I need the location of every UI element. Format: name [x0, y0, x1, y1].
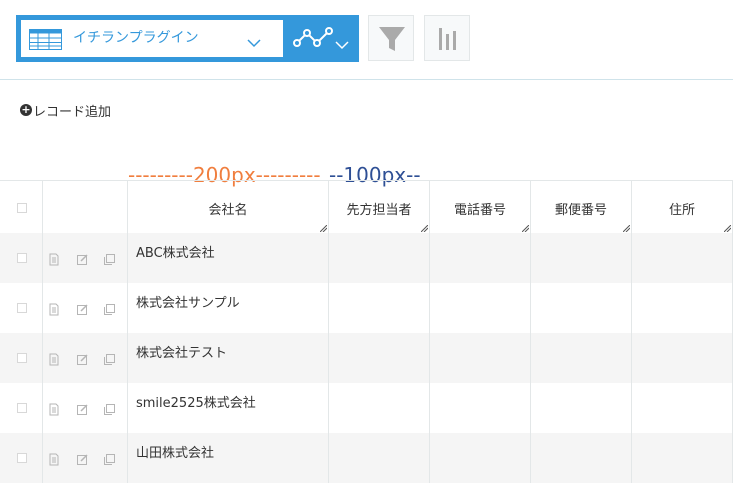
- data-cell: [329, 433, 430, 483]
- column-label: 郵便番号: [554, 203, 607, 218]
- data-cell: [430, 283, 531, 333]
- edit-icon[interactable]: [76, 351, 89, 370]
- data-cell: [632, 333, 733, 383]
- company-name-value: smile2525株式会社: [136, 396, 256, 411]
- company-name-value: 山田株式会社: [136, 446, 215, 461]
- filter-icon: [379, 27, 405, 51]
- column-header-company[interactable]: 会社名: [128, 180, 329, 233]
- data-cell: [632, 433, 733, 483]
- resize-handle-icon[interactable]: [623, 225, 630, 232]
- copy-icon[interactable]: [103, 251, 116, 270]
- column-label: 会社名: [208, 203, 248, 218]
- row-checkbox[interactable]: [17, 303, 27, 313]
- data-cell: [329, 333, 430, 383]
- view-name: イチランプラグイン: [73, 30, 199, 46]
- table-row[interactable]: 株式会社サンプル: [0, 283, 733, 333]
- data-cell: [430, 333, 531, 383]
- column-header-contact[interactable]: 先方担当者: [329, 180, 430, 233]
- table-row[interactable]: 株式会社テスト: [0, 333, 733, 383]
- table-row[interactable]: ABC株式会社: [0, 233, 733, 283]
- resize-handle-icon[interactable]: [522, 225, 529, 232]
- chevron-down-icon: [335, 35, 349, 54]
- edit-icon[interactable]: [76, 401, 89, 420]
- resize-handle-icon[interactable]: [320, 225, 327, 232]
- company-name-value: ABC株式会社: [136, 246, 215, 261]
- data-cell: [632, 383, 733, 433]
- data-cell: [430, 383, 531, 433]
- data-cell: [531, 233, 632, 283]
- graph-chart-button[interactable]: [424, 15, 470, 61]
- detail-icon[interactable]: [48, 401, 60, 420]
- row-checkbox[interactable]: [17, 403, 27, 413]
- header-actions-cell: [43, 180, 128, 233]
- column-header-address[interactable]: 住所: [632, 180, 733, 233]
- data-cell: [329, 233, 430, 283]
- column-label: 先方担当者: [346, 203, 412, 218]
- data-cell: [531, 383, 632, 433]
- column-header-phone[interactable]: 電話番号: [430, 180, 531, 233]
- edit-icon[interactable]: [76, 301, 89, 320]
- detail-icon[interactable]: [48, 351, 60, 370]
- resize-handle-icon[interactable]: [421, 225, 428, 232]
- select-all-checkbox[interactable]: [17, 203, 27, 213]
- view-selector[interactable]: イチランプラグイン: [16, 15, 359, 62]
- data-cell: [632, 283, 733, 333]
- table-view-icon: [29, 29, 62, 54]
- chevron-down-icon: [247, 33, 261, 52]
- data-cell: [329, 283, 430, 333]
- column-header-postal[interactable]: 郵便番号: [531, 180, 632, 233]
- copy-icon[interactable]: [103, 351, 116, 370]
- graph-menu-button[interactable]: [283, 15, 359, 62]
- detail-icon[interactable]: [48, 451, 60, 470]
- resize-handle-icon[interactable]: [724, 225, 731, 232]
- column-label: 住所: [668, 203, 695, 218]
- line-graph-icon: [293, 27, 333, 55]
- company-name-value: 株式会社サンプル: [136, 296, 240, 311]
- add-record-link[interactable]: + レコード追加: [20, 101, 112, 120]
- data-cell: [329, 383, 430, 433]
- company-name-value: 株式会社テスト: [136, 346, 228, 361]
- data-cell: [531, 283, 632, 333]
- copy-icon[interactable]: [103, 301, 116, 320]
- table-row[interactable]: 山田株式会社: [0, 433, 733, 483]
- bar-chart-icon: [439, 28, 456, 50]
- edit-icon[interactable]: [76, 251, 89, 270]
- detail-icon[interactable]: [48, 301, 60, 320]
- plus-circle-icon: +: [20, 103, 32, 116]
- row-checkbox[interactable]: [17, 253, 27, 263]
- header-checkbox-cell: [0, 180, 43, 233]
- row-checkbox[interactable]: [17, 453, 27, 463]
- toolbar: イチランプラグイン: [0, 0, 733, 80]
- row-checkbox[interactable]: [17, 353, 27, 363]
- filter-button[interactable]: [368, 15, 414, 61]
- data-cell: [531, 433, 632, 483]
- add-record-label: レコード追加: [33, 104, 112, 120]
- view-dropdown[interactable]: イチランプラグイン: [21, 20, 283, 57]
- copy-icon[interactable]: [103, 401, 116, 420]
- column-label: 電話番号: [453, 203, 506, 218]
- edit-icon[interactable]: [76, 451, 89, 470]
- data-cell: [531, 333, 632, 383]
- data-cell: [430, 233, 531, 283]
- data-cell: [632, 233, 733, 283]
- table-row[interactable]: smile2525株式会社: [0, 383, 733, 433]
- copy-icon[interactable]: [103, 451, 116, 470]
- data-cell: [430, 433, 531, 483]
- detail-icon[interactable]: [48, 251, 60, 270]
